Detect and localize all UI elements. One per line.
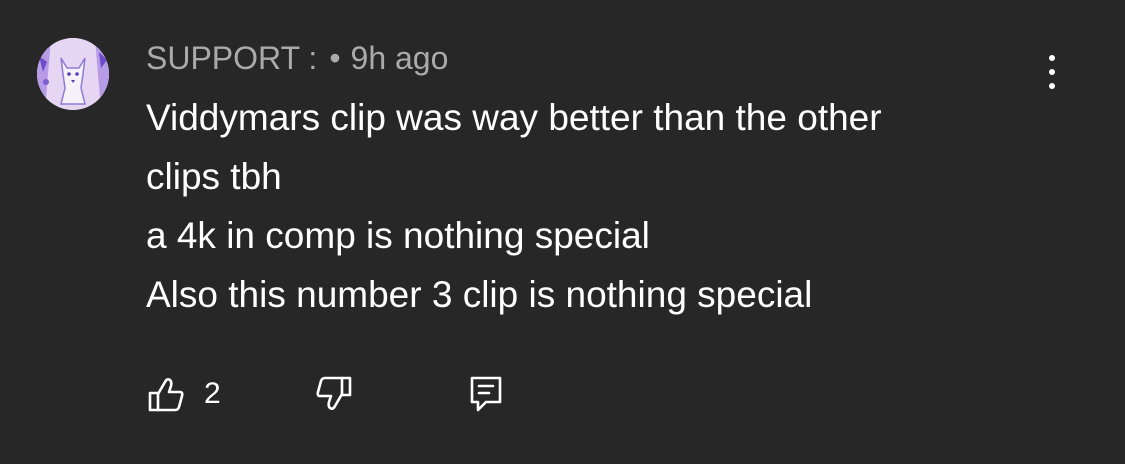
separator-dot: • [329, 39, 341, 76]
comment-line: Also this number 3 clip is nothing speci… [146, 274, 813, 315]
comment-line: clips tbh [146, 156, 282, 197]
comment-text: Viddymars clip was way better than the o… [146, 88, 1046, 324]
comment-line: Viddymars clip was way better than the o… [146, 97, 882, 138]
like-count: 2 [204, 377, 221, 410]
timestamp: 9h ago [350, 39, 449, 76]
comment-actions: 2 [146, 372, 504, 416]
more-vertical-icon [1049, 55, 1055, 61]
like-button[interactable]: 2 [146, 374, 221, 414]
author-name[interactable]: SUPPORT : [146, 40, 317, 77]
reply-comment-icon [470, 376, 501, 412]
reply-button[interactable] [468, 374, 504, 414]
comment: SUPPORT : • 9h ago Viddymars clip was wa… [0, 0, 1125, 464]
thumbs-down-icon [316, 376, 351, 410]
avatar[interactable] [37, 38, 109, 110]
wolf-avatar-icon [37, 38, 109, 110]
comment-header: SUPPORT : • 9h ago [146, 38, 448, 78]
comment-line: a 4k in comp is nothing special [146, 215, 650, 256]
dislike-button[interactable] [314, 374, 354, 414]
thumbs-up-icon [148, 378, 184, 412]
